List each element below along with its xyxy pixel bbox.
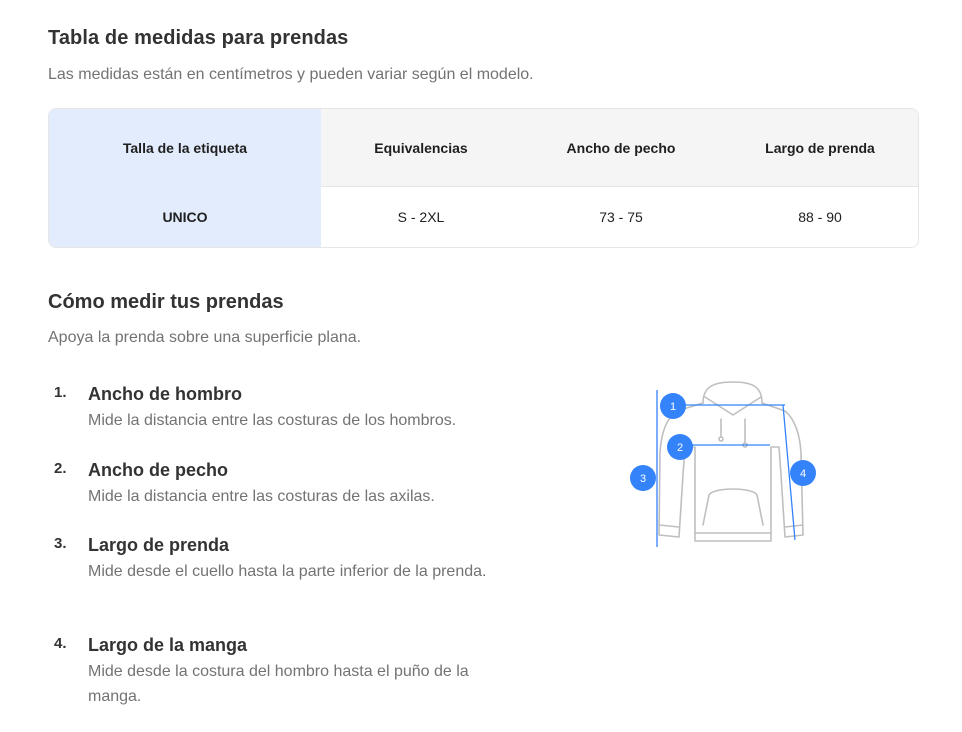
step-description: Mide la distancia entre las costuras de … [88, 412, 457, 429]
step-number: 2. [54, 460, 67, 477]
cell-equivalencias: S - 2XL [397, 209, 445, 225]
marker-3: 3 [630, 465, 656, 491]
svg-text:4: 4 [800, 468, 806, 480]
marker-2: 2 [667, 434, 693, 460]
svg-text:3: 3 [640, 473, 646, 485]
step-number: 1. [54, 384, 67, 401]
step-description: Mide desde la costura del hombro hasta e… [88, 663, 469, 705]
hoodie-measure-diagram: 1 2 3 4 [630, 381, 816, 547]
page-title: Tabla de medidas para prendas [48, 27, 349, 49]
svg-text:1: 1 [670, 401, 676, 413]
header-largo-prenda: Largo de prenda [765, 140, 875, 156]
page-subtitle: Las medidas están en centímetros y puede… [48, 66, 534, 83]
marker-1: 1 [660, 393, 686, 419]
step-title: Ancho de hombro [88, 384, 242, 404]
step-title: Largo de la manga [88, 635, 248, 655]
step-number: 4. [54, 635, 67, 652]
step-description: Mide desde el cuello hasta la parte infe… [88, 563, 487, 580]
step-title: Ancho de pecho [88, 460, 229, 480]
how-to-subtitle: Apoya la prenda sobre una superficie pla… [48, 329, 362, 346]
cell-ancho-pecho: 73 - 75 [599, 209, 643, 225]
cell-largo-prenda: 88 - 90 [798, 209, 842, 225]
header-talla: Talla de la etiqueta [122, 140, 248, 156]
size-table: Talla de la etiqueta Equivalencias Ancho… [48, 108, 919, 248]
how-to-title: Cómo medir tus prendas [48, 291, 284, 313]
header-ancho-pecho: Ancho de pecho [566, 140, 676, 156]
step-title: Largo de prenda [88, 535, 230, 555]
step-number: 3. [54, 535, 67, 552]
step-description: Mide la distancia entre las costuras de … [88, 488, 435, 505]
svg-text:2: 2 [677, 442, 683, 454]
header-equivalencias: Equivalencias [374, 140, 468, 156]
cell-talla: UNICO [162, 209, 208, 225]
marker-4: 4 [790, 460, 816, 486]
